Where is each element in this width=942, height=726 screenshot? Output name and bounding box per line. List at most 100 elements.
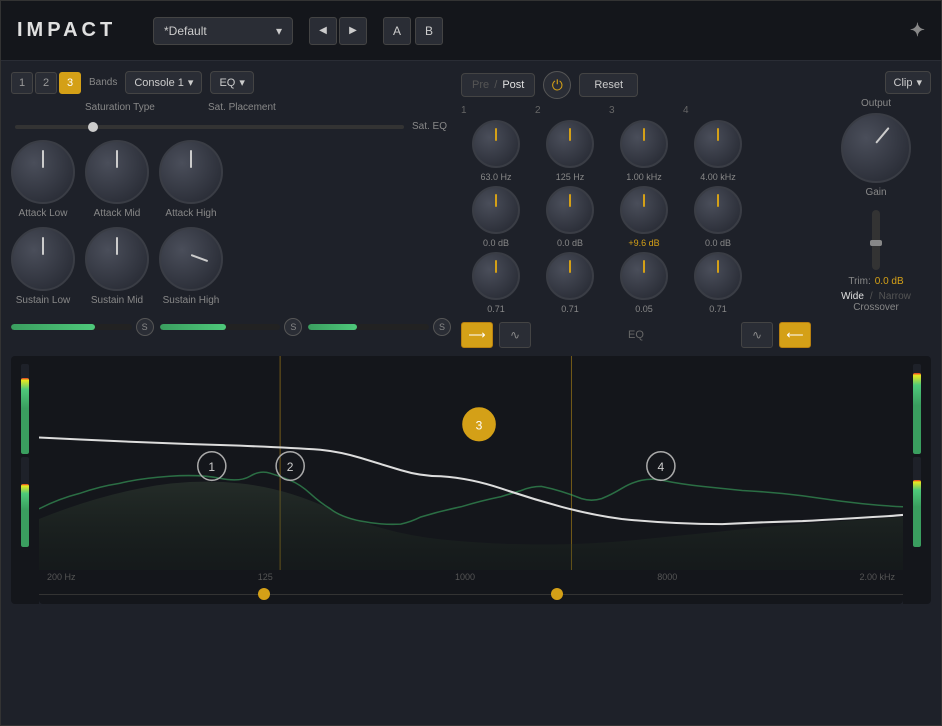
band-1-button[interactable]: 1	[11, 72, 33, 94]
band-meter-1: S	[11, 318, 154, 336]
gain-indicator	[875, 127, 889, 144]
eq-q-knob-2-indicator	[569, 260, 571, 273]
nav-next-button[interactable]: ▶	[339, 17, 367, 45]
meter-bar-container-2	[160, 324, 281, 330]
band-2-button[interactable]: 2	[35, 72, 57, 94]
sat-placement-chevron-icon: ▾	[239, 76, 245, 89]
eq-db-knob-4[interactable]	[694, 186, 742, 234]
attack-low-label: Attack Low	[19, 208, 68, 219]
wide-label[interactable]: Wide	[841, 291, 864, 302]
eq-q-knob-2[interactable]	[546, 252, 594, 300]
vu-right-bar-2	[913, 457, 921, 547]
gain-knob[interactable]	[841, 113, 911, 183]
sat-eq-row: Sat. EQ	[11, 121, 451, 132]
band-3-button[interactable]: 3	[59, 72, 81, 94]
crossover-handle-left[interactable]	[258, 588, 270, 600]
eq-band-num-3: 3	[609, 105, 615, 116]
eq-power-button[interactable]: ⏻	[543, 71, 571, 99]
saturation-type-dropdown[interactable]: Console 1 ▾	[125, 71, 202, 94]
sat-placement-label: Sat. Placement	[208, 102, 276, 113]
eq-freq-knob-1[interactable]	[472, 120, 520, 168]
spectrum-display[interactable]: 1 2 3 4	[39, 356, 903, 570]
labels-row: Saturation Type Sat. Placement	[11, 102, 451, 113]
top-controls: 1 2 3 Bands Console 1 ▾ EQ ▾	[11, 71, 931, 348]
eq-freq-knob-3[interactable]	[620, 120, 668, 168]
trim-slider[interactable]	[872, 210, 880, 270]
clip-label: Clip	[894, 77, 913, 89]
freq-label-2k: 2.00 kHz	[859, 572, 895, 582]
a-button[interactable]: A	[383, 17, 411, 45]
sat-eq-thumb[interactable]	[88, 122, 98, 132]
eq-freq-label-2: 125 Hz	[556, 172, 585, 182]
eq-action-bwd-button[interactable]: ⟵	[779, 322, 811, 348]
eq-freq-knob-2[interactable]	[546, 120, 594, 168]
eq-header-row: Pre / Post ⏻ Reset	[461, 71, 811, 99]
attack-mid-indicator	[116, 150, 118, 168]
preset-dropdown[interactable]: *Default ▾	[153, 17, 293, 45]
saturation-type-value: Console 1	[134, 77, 184, 89]
narrow-label[interactable]: Narrow	[879, 291, 911, 302]
eq-q-knob-1[interactable]	[472, 252, 520, 300]
eq-action-wave2-button[interactable]: ∿	[741, 322, 773, 348]
trim-handle[interactable]	[870, 240, 882, 246]
sat-eq-slider[interactable]	[15, 125, 404, 129]
eq-band-col-4: 4 4.00 kHz 0.0 dB 0.71	[683, 105, 753, 314]
meter-circle-1[interactable]: S	[136, 318, 154, 336]
eq-db-knob-3[interactable]	[620, 186, 668, 234]
sustain-mid-label: Sustain Mid	[91, 295, 143, 306]
sustain-high-knob[interactable]	[159, 227, 223, 291]
eq-reset-button[interactable]: Reset	[579, 73, 638, 97]
eq-db-label-1: 0.0 dB	[483, 238, 509, 248]
eq-action-fwd-button[interactable]: ⟶	[461, 322, 493, 348]
band-meter-2: S	[160, 318, 303, 336]
preset-value: *Default	[164, 24, 207, 38]
eq-freq-knob-4[interactable]	[694, 120, 742, 168]
bands-label: Bands	[89, 77, 117, 88]
vu-left-bar-1	[21, 364, 29, 454]
svg-text:2: 2	[287, 460, 294, 474]
trim-label: Trim:	[848, 276, 870, 287]
attack-low-knob[interactable]	[11, 140, 75, 204]
spectrum-main: 1 2 3 4 200 Hz 125 1000 8000 2.00	[39, 356, 903, 604]
vu-right-fill-1	[913, 373, 921, 454]
b-button[interactable]: B	[415, 17, 443, 45]
eq-action-wave-button[interactable]: ∿	[499, 322, 531, 348]
meter-circle-3[interactable]: S	[433, 318, 451, 336]
eq-q-label-4: 0.71	[709, 304, 727, 314]
eq-band-col-3: 3 1.00 kHz +9.6 dB 0.05	[609, 105, 679, 314]
meter-bar-2	[160, 324, 226, 330]
eq-q-knob-4[interactable]	[694, 252, 742, 300]
pre-label: Pre	[472, 79, 489, 91]
attack-mid-knob[interactable]	[85, 140, 149, 204]
nav-arrows: ◀ ▶	[309, 17, 367, 45]
sat-eq-label: Sat. EQ	[412, 121, 447, 132]
meter-circle-2[interactable]: S	[284, 318, 302, 336]
ab-buttons: A B	[383, 17, 443, 45]
clip-dropdown[interactable]: Clip ▾	[885, 71, 931, 94]
sustain-low-knob[interactable]	[11, 227, 75, 291]
eq-bands-grid: 1 63.0 Hz 0.0 dB 0.71	[461, 105, 811, 314]
pre-post-button[interactable]: Pre / Post	[461, 73, 535, 97]
eq-db-knob-2[interactable]	[546, 186, 594, 234]
sustain-mid-knob[interactable]	[85, 227, 149, 291]
attack-high-label: Attack High	[165, 208, 216, 219]
eq-actions-row: ⟶ ∿ EQ ∿ ⟵	[461, 322, 811, 348]
nav-prev-button[interactable]: ◀	[309, 17, 337, 45]
attack-high-knob[interactable]	[159, 140, 223, 204]
clip-chevron-icon: ▾	[916, 76, 922, 89]
eq-q-knob-3[interactable]	[620, 252, 668, 300]
sustain-high-indicator	[191, 254, 209, 262]
main-content: 1 2 3 Bands Console 1 ▾ EQ ▾	[1, 61, 941, 725]
eq-db-label-3: +9.6 dB	[628, 238, 659, 248]
crossover-handle-right[interactable]	[551, 588, 563, 600]
meters-row: S S S	[11, 318, 451, 336]
vu-left	[11, 356, 39, 604]
freq-label-8000: 8000	[657, 572, 677, 582]
meter-bar-container-3	[308, 324, 429, 330]
meter-bar-3	[308, 324, 356, 330]
eq-freq-knob-3-indicator	[643, 128, 645, 141]
eq-db-knob-1[interactable]	[472, 186, 520, 234]
sat-placement-dropdown[interactable]: EQ ▾	[210, 71, 253, 94]
attack-high-indicator	[190, 150, 192, 168]
svg-text:3: 3	[476, 418, 483, 432]
